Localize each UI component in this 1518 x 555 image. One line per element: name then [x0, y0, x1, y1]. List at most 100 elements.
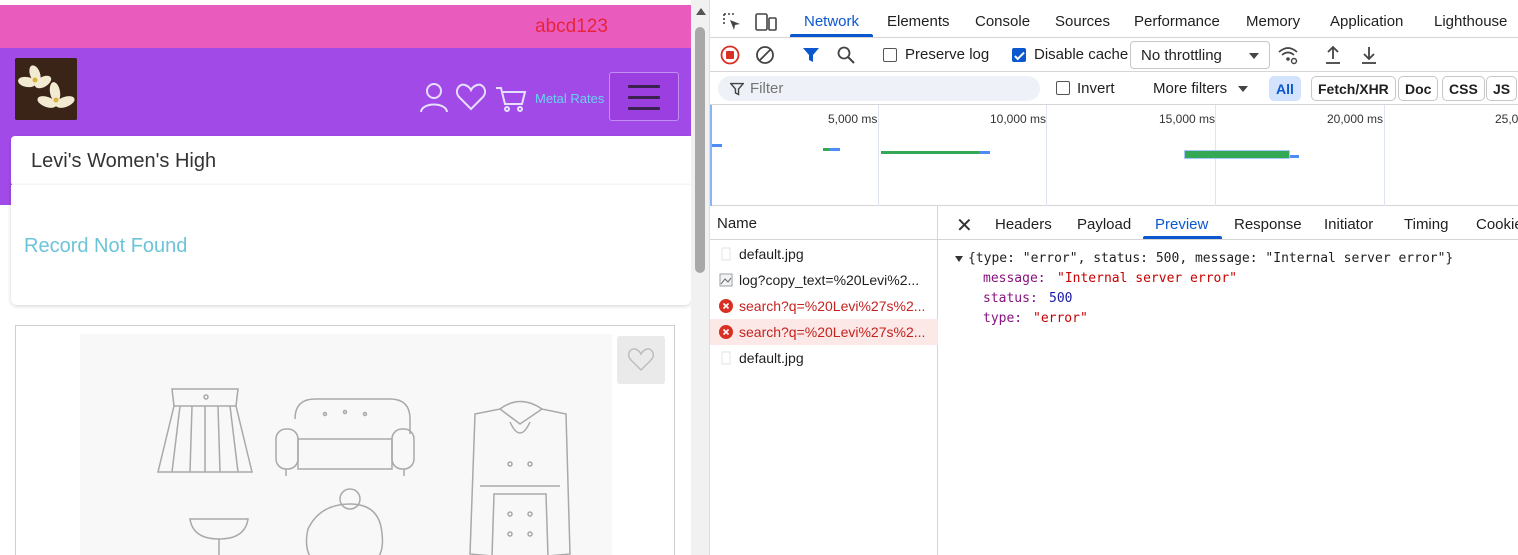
timeline-request-bar [712, 144, 722, 147]
name-column-header[interactable]: Name [717, 215, 757, 232]
page-scrollbar[interactable] [691, 0, 710, 555]
preview-value: "error" [1033, 311, 1088, 326]
timeline-gridline [1384, 105, 1385, 206]
request-name: search?q=%20Levi%27s%2... [739, 298, 926, 314]
request-name: log?copy_text=%20Levi%2... [739, 272, 920, 288]
search-result-card: Record Not Found [11, 185, 691, 305]
devtools-tab-bar: Network Elements Console Sources Perform… [710, 0, 1518, 38]
request-name: search?q=%20Levi%27s%2... [739, 324, 926, 340]
error-icon [719, 299, 733, 313]
website-viewport: abcd123 Metal Rates Levi's Women's High … [0, 0, 691, 555]
request-row-selected[interactable]: search?q=%20Levi%27s%2... [710, 319, 938, 345]
chevron-down-icon [1238, 86, 1248, 92]
tab-payload[interactable]: Payload [1077, 216, 1131, 233]
filter-box [718, 76, 1040, 101]
more-filters-dropdown[interactable]: More filters [1153, 80, 1227, 97]
filter-chip-js[interactable]: JS [1486, 76, 1518, 101]
tab-headers[interactable]: Headers [995, 216, 1052, 233]
request-row[interactable]: default.jpg [710, 345, 938, 371]
clear-icon[interactable] [755, 45, 775, 65]
filter-chip-fetch-xhr[interactable]: Fetch/XHR [1311, 76, 1396, 101]
filter-input[interactable] [750, 79, 1030, 98]
tab-initiator[interactable]: Initiator [1324, 216, 1373, 233]
wishlist-button[interactable] [617, 336, 665, 384]
disable-cache-label: Disable cache [1034, 46, 1129, 63]
request-row[interactable]: default.jpg [710, 241, 938, 267]
expand-triangle-icon[interactable] [955, 256, 963, 262]
timeline-label: 20,000 ms [1327, 112, 1384, 126]
product-image [80, 334, 612, 555]
invert-label: Invert [1077, 80, 1115, 97]
inspect-element-icon[interactable] [722, 12, 742, 32]
timeline-request-bar [829, 148, 840, 151]
throttling-value: No throttling [1141, 47, 1222, 64]
record-stop-icon[interactable] [720, 45, 740, 65]
active-tab-indicator [790, 34, 873, 37]
timeline-request-bar [1184, 150, 1290, 159]
tab-elements[interactable]: Elements [887, 13, 950, 30]
network-toolbar: Preserve log Disable cache [710, 38, 1518, 72]
tab-preview[interactable]: Preview [1155, 216, 1208, 233]
tab-performance[interactable]: Performance [1134, 13, 1220, 30]
tab-response[interactable]: Response [1234, 216, 1302, 233]
tab-sources[interactable]: Sources [1055, 13, 1110, 30]
request-row-error[interactable]: search?q=%20Levi%27s%2... [710, 293, 938, 319]
throttling-select[interactable]: No throttling [1130, 41, 1270, 69]
tab-network[interactable]: Network [804, 13, 859, 30]
username-label[interactable]: abcd123 [535, 16, 608, 38]
tab-timing[interactable]: Timing [1404, 216, 1448, 233]
active-tab-indicator [1143, 236, 1222, 239]
tab-lighthouse[interactable]: Lighthouse [1434, 13, 1507, 30]
timeline-request-bar [979, 151, 990, 154]
search-icon[interactable] [836, 45, 856, 65]
record-not-found-message: Record Not Found [24, 235, 188, 257]
cart-icon[interactable] [495, 80, 527, 114]
detail-tab-bar: ✕ Headers Payload Preview Response Initi… [938, 206, 1518, 240]
request-row[interactable]: log?copy_text=%20Levi%2... [710, 267, 938, 293]
hamburger-menu-button[interactable] [609, 72, 679, 121]
preview-value: "Internal server error" [1057, 271, 1238, 286]
user-icon[interactable] [418, 80, 450, 114]
timeline-label: 15,000 ms [1159, 112, 1216, 126]
product-card[interactable] [15, 325, 675, 555]
metal-rates-link[interactable]: Metal Rates [535, 91, 604, 106]
close-icon[interactable]: ✕ [956, 213, 973, 238]
search-input[interactable] [31, 148, 671, 174]
device-toolbar-icon[interactable] [755, 12, 777, 32]
tab-console[interactable]: Console [975, 13, 1030, 30]
disable-cache-checkbox[interactable] [1012, 48, 1026, 62]
timeline-cursor [710, 105, 712, 206]
network-conditions-icon[interactable] [1277, 45, 1299, 65]
preserve-log-checkbox[interactable] [883, 48, 897, 62]
preview-key: type: [983, 311, 1023, 326]
request-name: default.jpg [739, 246, 804, 262]
request-list-header: Name [710, 206, 938, 240]
preview-summary[interactable]: {type: "error", status: 500, message: "I… [968, 251, 1453, 266]
search-box [11, 136, 691, 186]
error-icon [719, 325, 733, 339]
network-overview-timeline[interactable]: 5,000 ms 10,000 ms 15,000 ms 20,000 ms 2… [710, 105, 1518, 206]
heart-outline-icon [628, 348, 654, 372]
tab-application[interactable]: Application [1330, 13, 1403, 30]
timeline-request-bar [881, 151, 979, 154]
timeline-label: 25,0 [1495, 112, 1518, 126]
invert-checkbox[interactable] [1056, 81, 1070, 95]
import-har-icon[interactable] [1323, 44, 1343, 66]
filter-chip-css[interactable]: CSS [1442, 76, 1485, 101]
filter-funnel-icon[interactable] [802, 46, 820, 64]
filter-chip-all[interactable]: All [1269, 76, 1301, 101]
tab-memory[interactable]: Memory [1246, 13, 1300, 30]
filter-icon [730, 82, 744, 96]
timeline-label: 5,000 ms [828, 112, 878, 126]
top-bar: abcd123 [0, 5, 691, 48]
timeline-gridline [878, 105, 879, 206]
export-har-icon[interactable] [1359, 44, 1379, 66]
site-logo[interactable] [15, 58, 77, 120]
scrollbar-thumb[interactable] [695, 27, 705, 273]
timeline-gridline [1046, 105, 1047, 206]
tab-cookies[interactable]: Cookie [1476, 216, 1518, 233]
heart-icon[interactable] [455, 80, 487, 114]
chevron-down-icon [1249, 53, 1259, 59]
filter-chip-doc[interactable]: Doc [1398, 76, 1439, 101]
scroll-up-arrow-icon[interactable] [696, 8, 706, 15]
